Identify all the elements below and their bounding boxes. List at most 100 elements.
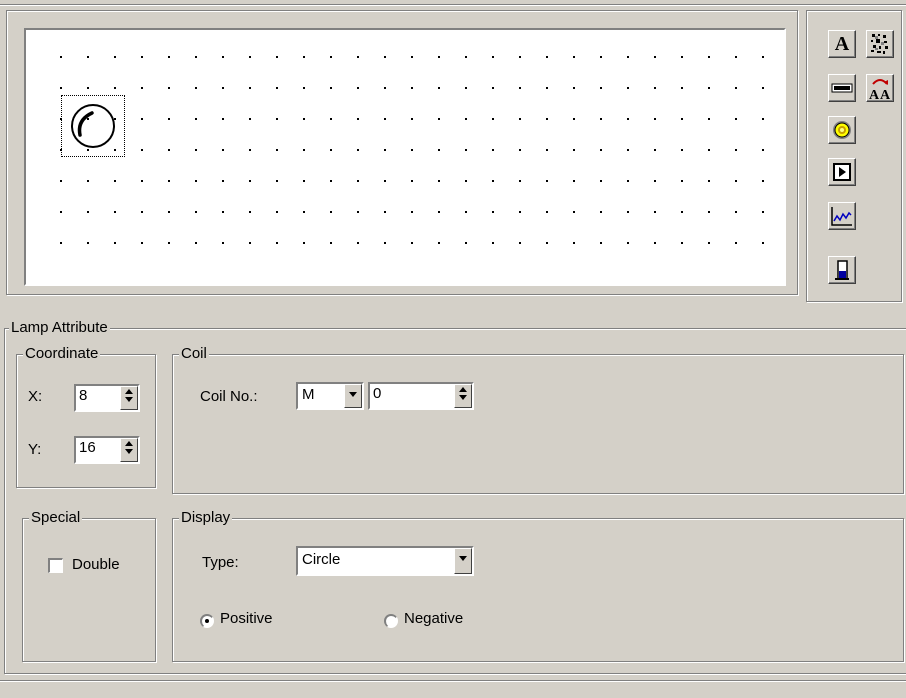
grid-dot xyxy=(195,56,197,58)
grid-dot xyxy=(141,87,143,89)
display-type-dropdown-button[interactable] xyxy=(454,548,472,574)
grid-dot xyxy=(465,56,467,58)
grid-dot xyxy=(681,118,683,120)
lamp-object[interactable] xyxy=(61,95,125,157)
grid-dot xyxy=(492,180,494,182)
coil-address-spin-buttons[interactable] xyxy=(454,384,472,408)
grid-dot xyxy=(546,56,548,58)
display-group: Display xyxy=(172,509,904,662)
grid-dot xyxy=(330,180,332,182)
grid-dot xyxy=(411,211,413,213)
lamp-tool-icon xyxy=(831,83,853,93)
grid-dot xyxy=(330,87,332,89)
grid-dot xyxy=(681,56,683,58)
type-label: Type: xyxy=(202,554,239,571)
design-canvas[interactable] xyxy=(24,28,786,286)
display-type-select[interactable]: Circle xyxy=(296,546,474,576)
grid-dot xyxy=(519,180,521,182)
button-tool-button[interactable] xyxy=(828,158,856,186)
grid-dot xyxy=(330,56,332,58)
grid-dot xyxy=(357,87,359,89)
grid-dot xyxy=(276,211,278,213)
grid-dot xyxy=(384,56,386,58)
play-button-icon xyxy=(833,163,851,181)
grid-dot xyxy=(708,149,710,151)
y-label: Y: xyxy=(28,441,42,458)
lamp-tool-button[interactable] xyxy=(828,74,856,102)
grid-dot xyxy=(141,118,143,120)
grid-dot xyxy=(438,149,440,151)
special-group: Special xyxy=(22,509,156,662)
grid-dot xyxy=(411,149,413,151)
spin-down-icon xyxy=(125,397,133,402)
grid-dot xyxy=(762,180,764,182)
grid-dot xyxy=(708,87,710,89)
grid-dot xyxy=(654,87,656,89)
grid-dot xyxy=(303,242,305,244)
bar-meter-icon xyxy=(835,260,849,280)
grid-dot xyxy=(114,211,116,213)
grid-dot xyxy=(249,242,251,244)
grid-dot xyxy=(357,180,359,182)
grid-dot xyxy=(519,242,521,244)
text-tool-button[interactable]: A xyxy=(828,30,856,58)
spin-up-icon xyxy=(459,387,467,392)
grid-dot xyxy=(465,211,467,213)
grid-dot xyxy=(492,118,494,120)
coil-device-select[interactable]: M xyxy=(296,382,364,410)
grid-dot xyxy=(87,211,89,213)
coil-device-value: M xyxy=(302,386,315,403)
grid-dot xyxy=(681,149,683,151)
grid-dot xyxy=(438,87,440,89)
grid-dot xyxy=(195,118,197,120)
positive-radio[interactable] xyxy=(200,614,214,628)
grid-dot xyxy=(573,118,575,120)
bar-tool-button[interactable] xyxy=(828,256,856,284)
spin-down-icon xyxy=(125,449,133,454)
grid-dot xyxy=(60,56,62,58)
grid-dot xyxy=(600,149,602,151)
grid-dot xyxy=(492,242,494,244)
grid-dot xyxy=(573,87,575,89)
grid-dot xyxy=(303,87,305,89)
grid-dot xyxy=(546,180,548,182)
double-checkbox[interactable] xyxy=(48,558,63,573)
grid-dot xyxy=(276,56,278,58)
grid-dot xyxy=(654,211,656,213)
text-icon: A xyxy=(834,32,850,55)
grid-dot xyxy=(681,211,683,213)
bitmap-tool-button[interactable] xyxy=(866,30,894,58)
grid-dot xyxy=(627,56,629,58)
grid-dot xyxy=(384,180,386,182)
x-spin-buttons[interactable] xyxy=(120,386,138,410)
grid-dot xyxy=(573,149,575,151)
grid-dot xyxy=(141,56,143,58)
grid-dot xyxy=(330,149,332,151)
grid-dot xyxy=(168,211,170,213)
coil-title: Coil xyxy=(179,345,209,363)
indicator-tool-button[interactable] xyxy=(828,116,856,144)
trend-tool-button[interactable] xyxy=(828,202,856,230)
x-spinner[interactable]: 8 xyxy=(74,384,140,412)
grid-dot xyxy=(357,118,359,120)
grid-dot xyxy=(249,180,251,182)
grid-dot xyxy=(627,87,629,89)
y-spinner[interactable]: 16 xyxy=(74,436,140,464)
y-spin-buttons[interactable] xyxy=(120,438,138,462)
grid-dot xyxy=(303,149,305,151)
coil-address-spinner[interactable]: 0 xyxy=(368,382,474,410)
font-tool-button[interactable]: A A xyxy=(866,74,894,102)
grid-dot xyxy=(627,118,629,120)
grid-dot xyxy=(600,118,602,120)
x-label: X: xyxy=(28,388,43,405)
grid-dot xyxy=(519,149,521,151)
grid-dot xyxy=(600,180,602,182)
grid-dot xyxy=(573,211,575,213)
grid-dot xyxy=(222,87,224,89)
grid-dot xyxy=(762,87,764,89)
negative-radio[interactable] xyxy=(384,614,398,628)
grid-dot xyxy=(600,87,602,89)
grid-dot xyxy=(168,242,170,244)
grid-dot xyxy=(600,211,602,213)
coil-device-dropdown-button[interactable] xyxy=(344,384,362,408)
